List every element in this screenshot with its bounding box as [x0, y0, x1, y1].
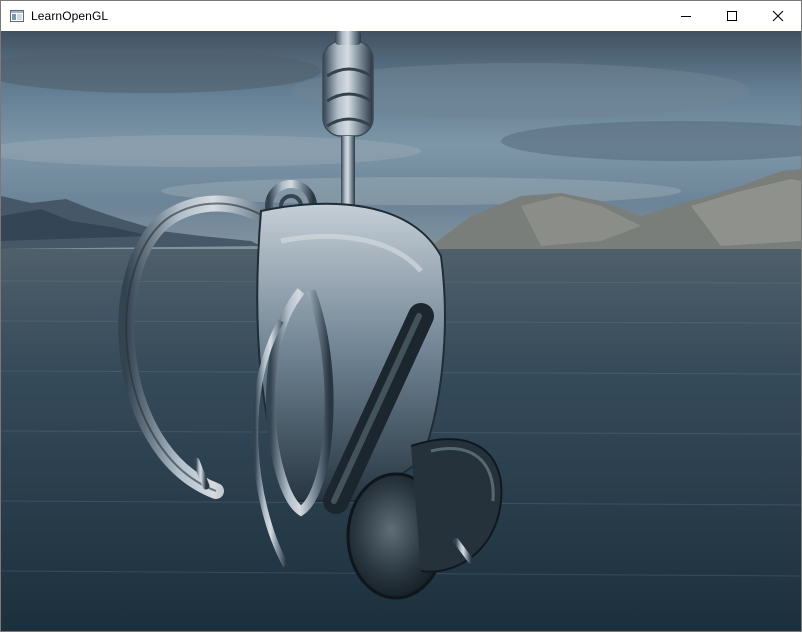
close-button[interactable]	[755, 1, 801, 31]
maximize-icon	[727, 11, 737, 21]
window-controls	[663, 1, 801, 31]
opengl-viewport[interactable]	[1, 31, 801, 631]
close-icon	[772, 10, 784, 22]
title-bar[interactable]: LearnOpenGL	[1, 1, 801, 31]
scene-render	[1, 31, 801, 631]
app-window: LearnOpenGL	[0, 0, 802, 632]
minimize-icon	[681, 16, 691, 17]
maximize-button[interactable]	[709, 1, 755, 31]
app-window-icon	[9, 8, 25, 24]
minimize-button[interactable]	[663, 1, 709, 31]
window-title: LearnOpenGL	[31, 9, 109, 23]
